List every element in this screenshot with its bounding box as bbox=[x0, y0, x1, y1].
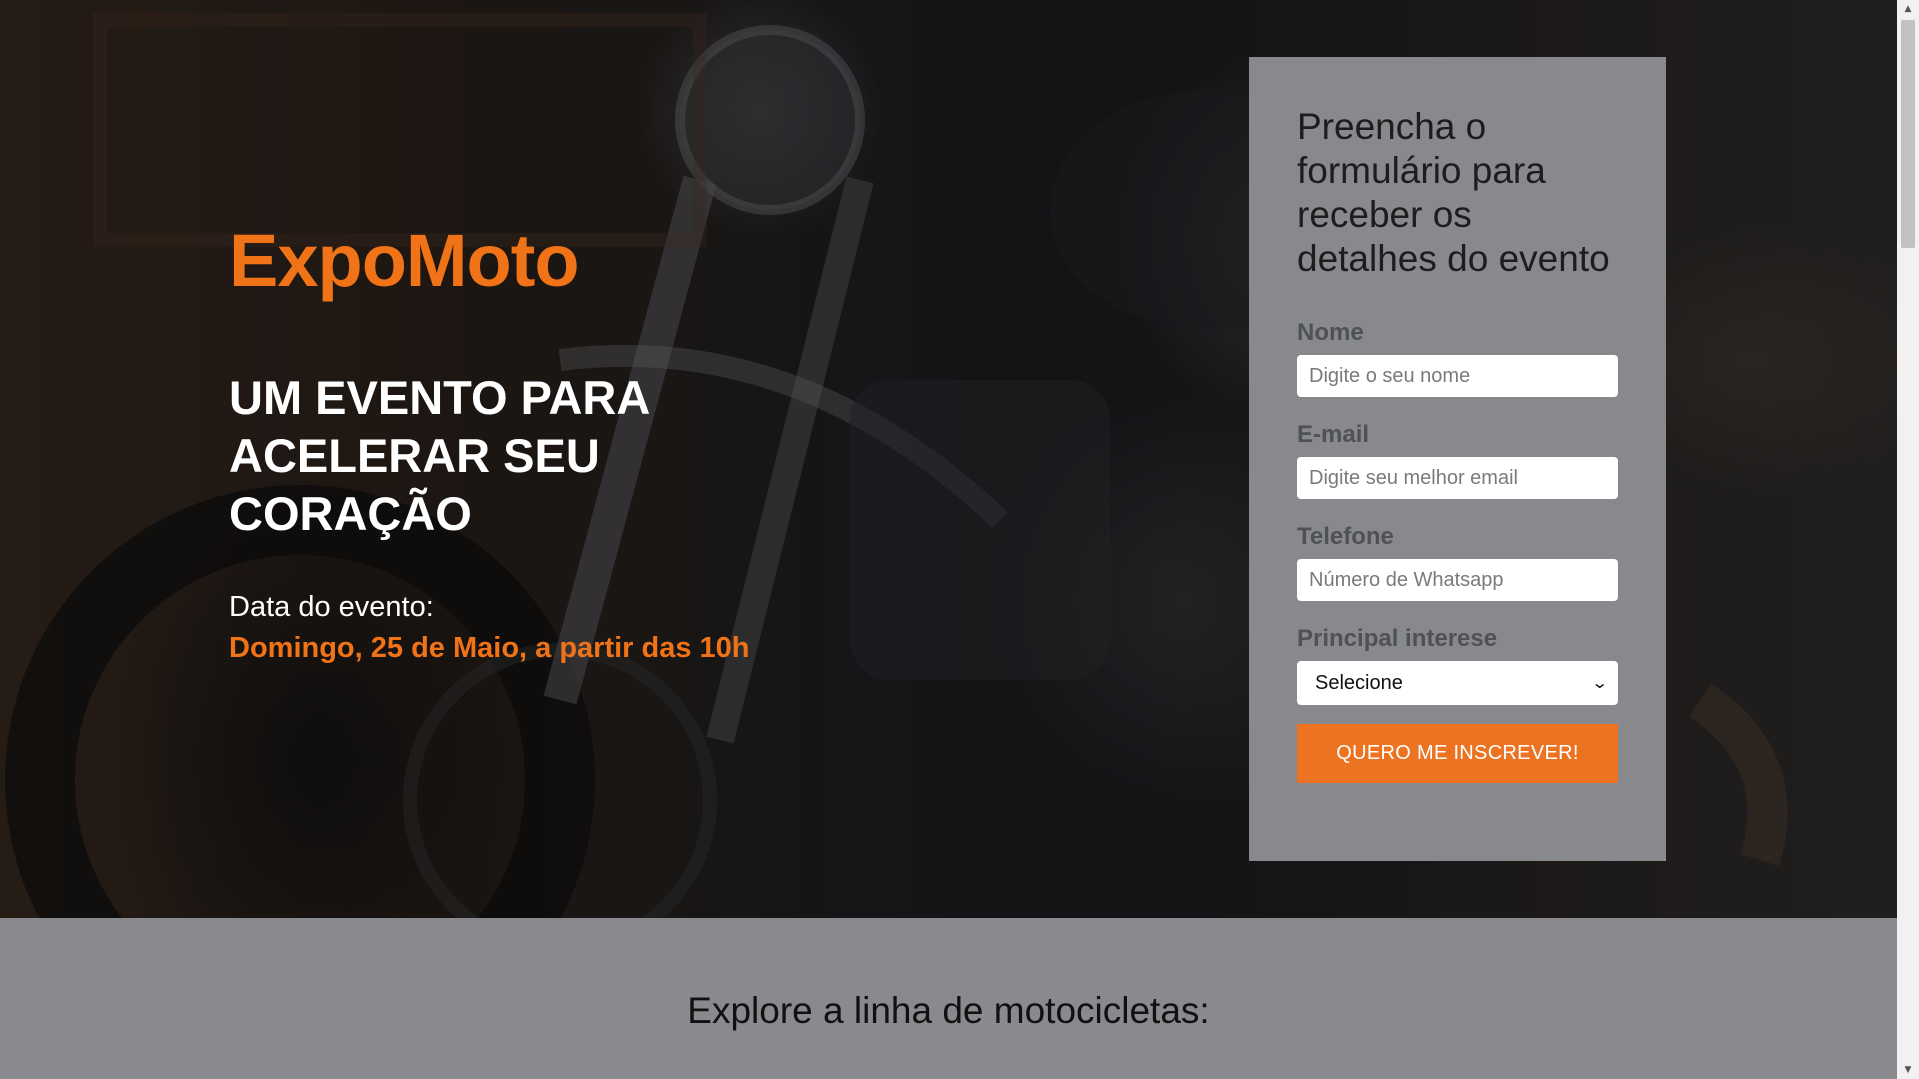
interest-select-value: Selecione bbox=[1315, 671, 1403, 694]
hero-section: ExpoMoto UM EVENTO PARA ACELERAR SEU COR… bbox=[0, 0, 1897, 918]
event-date-value: Domingo, 25 de Maio, a partir das 10h bbox=[229, 632, 750, 665]
signup-form: Preencha o formulário para receber os de… bbox=[1249, 57, 1666, 861]
name-label: Nome bbox=[1297, 319, 1364, 346]
vertical-scrollbar[interactable]: ▲ ▼ bbox=[1897, 0, 1919, 1079]
phone-label: Telefone bbox=[1297, 523, 1394, 550]
email-label: E-mail bbox=[1297, 421, 1370, 448]
phone-input[interactable] bbox=[1297, 559, 1618, 601]
name-input[interactable] bbox=[1297, 355, 1618, 397]
motorcycles-section: Explore a linha de motocicletas: bbox=[0, 918, 1897, 1079]
subscribe-button[interactable]: QUERO ME INSCREVER! bbox=[1297, 724, 1618, 783]
hero-headline: UM EVENTO PARA ACELERAR SEU CORAÇÃO bbox=[229, 371, 649, 541]
scroll-up-arrow-icon[interactable]: ▲ bbox=[1897, 0, 1919, 18]
brand-title: ExpoMoto bbox=[229, 219, 580, 302]
interest-label: Principal interese bbox=[1297, 625, 1498, 652]
chevron-down-icon: ⌄ bbox=[1590, 675, 1609, 692]
interest-select[interactable]: Selecione ⌄ bbox=[1297, 661, 1618, 705]
page-viewport: ExpoMoto UM EVENTO PARA ACELERAR SEU COR… bbox=[0, 0, 1897, 1079]
hero-content: ExpoMoto UM EVENTO PARA ACELERAR SEU COR… bbox=[229, 220, 849, 665]
form-title: Preencha o formulário para receber os de… bbox=[1297, 106, 1610, 279]
scroll-down-arrow-icon[interactable]: ▼ bbox=[1897, 1061, 1919, 1079]
motorcycles-section-title: Explore a linha de motocicletas: bbox=[687, 990, 1210, 1031]
event-date-label: Data do evento: bbox=[229, 591, 434, 624]
scrollbar-thumb[interactable] bbox=[1901, 20, 1915, 248]
email-input[interactable] bbox=[1297, 457, 1618, 499]
